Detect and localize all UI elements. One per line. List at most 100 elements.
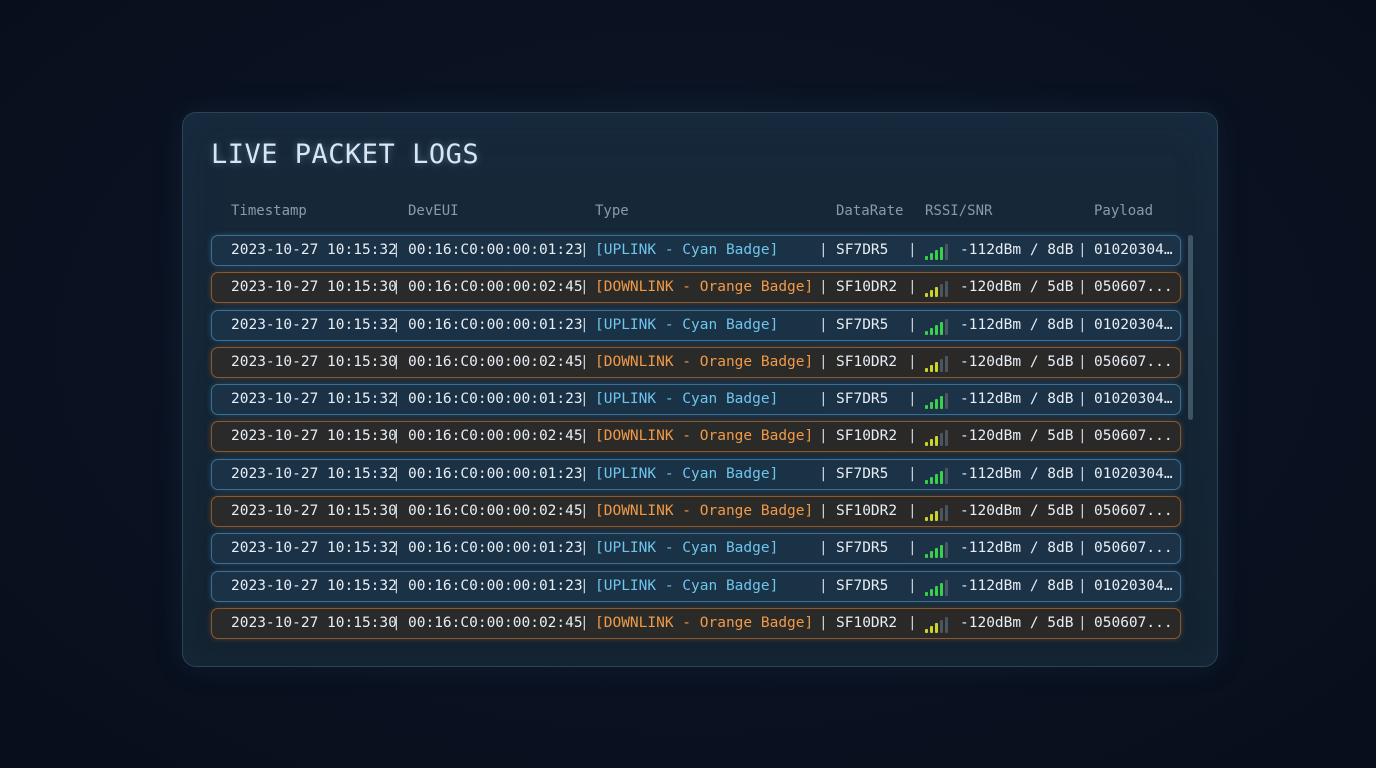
column-separator: | — [392, 503, 401, 520]
column-separator: | — [819, 614, 828, 631]
row-datarate: SF10DR2 — [836, 614, 898, 631]
column-separator: | — [392, 353, 401, 370]
row-deveui: 00:16:C0:00:00:02:45 — [408, 279, 583, 296]
column-separator: | — [819, 577, 828, 594]
packet-log-row[interactable]: 2023-10-27 10:15:30 00:16:C0:00:00:02:45 [… — [211, 421, 1181, 453]
packet-log-row[interactable]: 2023-10-27 10:15:32 00:16:C0:00:00:01:23 [… — [211, 570, 1181, 602]
column-separator: | — [908, 465, 917, 482]
row-type-badge: [UPLINK - Cyan Badge] — [595, 316, 779, 333]
column-header-type[interactable]: Type — [595, 203, 629, 219]
row-rssi-snr: -112dBm / 8dB — [960, 316, 1074, 333]
row-payload: 050607... — [1094, 428, 1173, 445]
row-payload: 050607... — [1094, 540, 1173, 557]
column-separator: | — [819, 465, 828, 482]
row-payload: 01020304… — [1094, 242, 1173, 258]
column-separator: | — [819, 242, 828, 258]
signal-bars-icon — [925, 505, 951, 522]
column-separator: | — [580, 428, 589, 445]
row-payload: 050607... — [1094, 279, 1173, 296]
row-timestamp: 2023-10-27 10:15:32 — [231, 391, 397, 408]
column-separator: | — [819, 503, 828, 520]
row-rssi-snr: -112dBm / 8dB — [960, 391, 1074, 408]
column-separator: | — [580, 316, 589, 333]
packet-log-row[interactable]: 2023-10-27 10:15:30 00:16:C0:00:00:02:45 [… — [211, 607, 1181, 639]
signal-bars-icon — [925, 355, 951, 372]
row-type-badge: [UPLINK - Cyan Badge] — [595, 465, 779, 482]
column-separator: | — [908, 353, 917, 370]
column-separator: | — [908, 316, 917, 333]
column-separator: | — [1078, 428, 1087, 445]
column-separator: | — [819, 540, 828, 557]
row-timestamp: 2023-10-27 10:15:32 — [231, 540, 397, 557]
row-rssi-snr: -112dBm / 8dB — [960, 242, 1074, 258]
row-datarate: SF7DR5 — [836, 577, 889, 594]
packet-log-row[interactable]: 2023-10-27 10:15:32 00:16:C0:00:00:01:23 [… — [211, 458, 1181, 490]
column-separator: | — [580, 503, 589, 520]
row-deveui: 00:16:C0:00:00:01:23 — [408, 540, 583, 557]
column-separator: | — [580, 614, 589, 631]
row-datarate: SF10DR2 — [836, 503, 898, 520]
row-deveui: 00:16:C0:00:00:01:23 — [408, 577, 583, 594]
packet-log-row[interactable]: 2023-10-27 10:15:30 00:16:C0:00:00:02:45 [… — [211, 272, 1181, 304]
row-type-badge: [DOWNLINK - Orange Badge] — [595, 614, 814, 631]
column-separator: | — [908, 614, 917, 631]
column-separator: | — [819, 428, 828, 445]
signal-bars-icon — [925, 542, 951, 559]
column-header-datarate[interactable]: DataRate — [836, 203, 903, 219]
column-separator: | — [1078, 353, 1087, 370]
column-separator: | — [1078, 465, 1087, 482]
row-rssi-snr: -120dBm / 5dB — [960, 503, 1074, 520]
scrollbar[interactable] — [1188, 235, 1193, 420]
column-separator: | — [908, 279, 917, 296]
row-datarate: SF7DR5 — [836, 391, 889, 408]
column-separator: | — [908, 391, 917, 408]
column-separator: | — [580, 577, 589, 594]
signal-bars-icon — [925, 467, 951, 484]
row-type-badge: [UPLINK - Cyan Badge] — [595, 391, 779, 408]
column-separator: | — [908, 577, 917, 594]
column-separator: | — [819, 391, 828, 408]
column-header-rssi-snr[interactable]: RSSI/SNR — [925, 203, 992, 219]
column-separator: | — [392, 614, 401, 631]
column-separator: | — [392, 577, 401, 594]
row-datarate: SF7DR5 — [836, 242, 889, 258]
packet-log-row[interactable]: 2023-10-27 10:15:32 00:16:C0:00:00:01:23 [… — [211, 533, 1181, 565]
column-header-timestamp[interactable]: Timestamp — [231, 203, 307, 219]
row-deveui: 00:16:C0:00:00:02:45 — [408, 614, 583, 631]
signal-bars-icon — [925, 579, 951, 596]
column-separator: | — [1078, 242, 1087, 258]
row-deveui: 00:16:C0:00:00:02:45 — [408, 428, 583, 445]
column-separator: | — [580, 242, 589, 258]
row-datarate: SF10DR2 — [836, 279, 898, 296]
row-datarate: SF7DR5 — [836, 316, 889, 333]
row-payload: 050607... — [1094, 614, 1173, 631]
row-type-badge: [DOWNLINK - Orange Badge] — [595, 503, 814, 520]
row-timestamp: 2023-10-27 10:15:32 — [231, 316, 397, 333]
packet-log-row[interactable]: 2023-10-27 10:15:30 00:16:C0:00:00:02:45 [… — [211, 346, 1181, 378]
row-datarate: SF7DR5 — [836, 540, 889, 557]
row-rssi-snr: -120dBm / 5dB — [960, 614, 1074, 631]
packet-log-row[interactable]: 2023-10-27 10:15:32 00:16:C0:00:00:01:23 [… — [211, 309, 1181, 341]
row-datarate: SF10DR2 — [836, 353, 898, 370]
column-header-deveui[interactable]: DevEUI — [408, 203, 459, 219]
row-rssi-snr: -120dBm / 5dB — [960, 353, 1074, 370]
column-separator: | — [1078, 503, 1087, 520]
column-separator: | — [392, 465, 401, 482]
signal-bars-icon — [925, 430, 951, 447]
column-separator: | — [392, 316, 401, 333]
column-separator: | — [819, 353, 828, 370]
packet-log-row[interactable]: 2023-10-27 10:15:32 00:16:C0:00:00:01:23 [… — [211, 235, 1181, 266]
row-rssi-snr: -112dBm / 8dB — [960, 465, 1074, 482]
packet-log-row[interactable]: 2023-10-27 10:15:32 00:16:C0:00:00:01:23 [… — [211, 384, 1181, 416]
signal-bars-icon — [925, 318, 951, 335]
row-timestamp: 2023-10-27 10:15:32 — [231, 577, 397, 594]
row-rssi-snr: -112dBm / 8dB — [960, 577, 1074, 594]
packet-log-row[interactable]: 2023-10-27 10:15:30 00:16:C0:00:00:02:45 [… — [211, 496, 1181, 528]
row-timestamp: 2023-10-27 10:15:30 — [231, 503, 397, 520]
column-header-payload[interactable]: Payload — [1094, 203, 1153, 219]
column-separator: | — [392, 540, 401, 557]
column-separator: | — [908, 503, 917, 520]
column-separator: | — [580, 279, 589, 296]
row-deveui: 00:16:C0:00:00:02:45 — [408, 503, 583, 520]
packet-log-panel: LIVE PACKET LOGS Timestamp DevEUI Type D… — [182, 112, 1218, 667]
